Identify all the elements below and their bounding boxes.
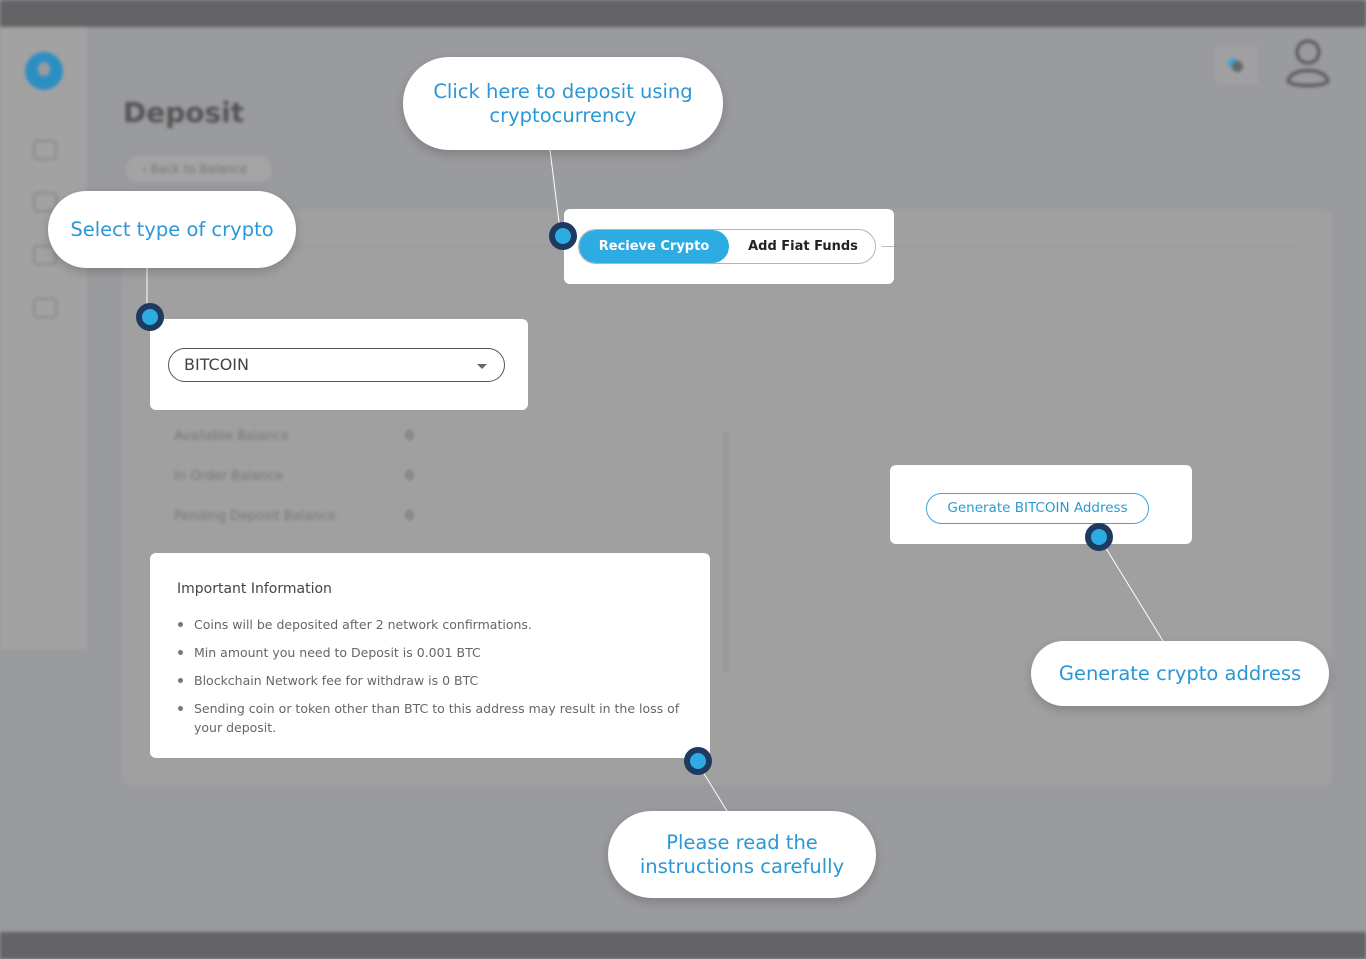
callout-crypto-tab: Click here to deposit using cryptocurren…: [403, 57, 723, 150]
connector-crypto-tab: [549, 149, 561, 231]
tour-dot-generate-address[interactable]: [1085, 523, 1113, 551]
callout-text: Please read the instructions carefully: [639, 830, 845, 878]
callout-text: Select type of crypto: [70, 217, 274, 241]
callout-text: Generate crypto address: [1058, 661, 1302, 685]
tour-dot-instructions[interactable]: [684, 747, 712, 775]
callout-text: Click here to deposit using cryptocurren…: [433, 79, 693, 127]
connector-generate-address: [1103, 544, 1164, 642]
callout-select-crypto: Select type of crypto: [48, 191, 296, 268]
callout-instructions: Please read the instructions carefully: [608, 811, 876, 898]
tour-dot-select-crypto[interactable]: [136, 303, 164, 331]
tour-dot-crypto-tab[interactable]: [549, 222, 577, 250]
callout-generate-address: Generate crypto address: [1031, 641, 1329, 706]
connector-instructions: [702, 771, 728, 812]
